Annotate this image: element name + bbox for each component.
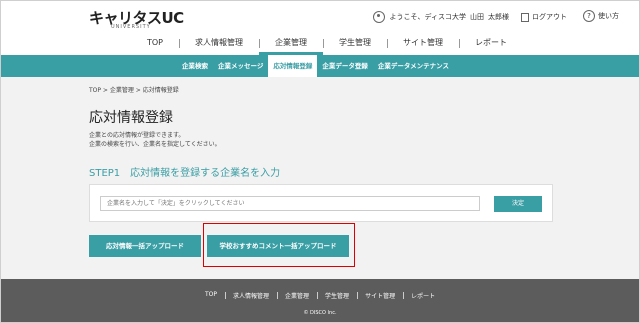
footer-link-report[interactable]: レポート <box>403 291 443 300</box>
nav-company-management[interactable]: 企業管理 <box>259 35 324 55</box>
help-icon: ? <box>583 10 595 22</box>
footer-link-company-management[interactable]: 企業管理 <box>277 291 317 300</box>
footer-link-job-management[interactable]: 求人情報管理 <box>225 291 277 300</box>
nav-top[interactable]: TOP <box>131 35 179 55</box>
highlight-box <box>203 223 355 267</box>
nav-site-management[interactable]: サイト管理 <box>387 35 459 55</box>
user-icon <box>373 11 386 23</box>
logout-label: ログアウト <box>532 13 567 21</box>
page-description: 企業との応対情報が登録できます。 企業の検索を行い、企業名を指定してください。 <box>89 131 221 149</box>
subnav-company-search[interactable]: 企業検索 <box>177 55 213 77</box>
description-line-1: 企業との応対情報が登録できます。 <box>89 132 185 139</box>
help-label: 使い方 <box>598 12 619 20</box>
footer: TOP 求人情報管理 企業管理 学生管理 サイト管理 レポート © DISCO … <box>1 279 639 322</box>
copyright: © DISCO Inc. <box>303 310 337 316</box>
user-area: ようこそ、ディスコ大学 山田 太郎様 ログアウト <box>373 11 571 23</box>
breadcrumb: TOP > 企業管理 > 応対情報登録 <box>89 87 179 94</box>
page-frame: キャリタスUC UNIVERSITY ようこそ、ディスコ大学 山田 太郎様 ログ… <box>0 0 640 323</box>
subnav-company-data-maintenance[interactable]: 企業データメンテナンス <box>373 55 454 77</box>
main-nav: TOP 求人情報管理 企業管理 学生管理 サイト管理 レポート <box>1 35 639 55</box>
logout-link[interactable]: ログアウト <box>521 12 571 22</box>
footer-link-site-management[interactable]: サイト管理 <box>357 291 403 300</box>
site-logo-subtitle: UNIVERSITY <box>111 24 151 30</box>
user-last-name: 山田 <box>470 13 484 21</box>
logout-icon <box>521 12 529 22</box>
page-title: 応対情報登録 <box>89 110 173 126</box>
company-search-panel: 決定 <box>89 184 553 222</box>
bulk-upload-button[interactable]: 応対情報一括アップロード <box>89 235 201 257</box>
help-link[interactable]: ? 使い方 <box>583 10 619 22</box>
user-first-name: 太郎様 <box>488 13 509 21</box>
nav-student-management[interactable]: 学生管理 <box>323 35 387 55</box>
sub-nav: 企業検索 企業メッセージ 応対情報登録 企業データ登録 企業データメンテナンス <box>1 55 639 77</box>
subnav-company-data-registration[interactable]: 企業データ登録 <box>317 55 373 77</box>
nav-report[interactable]: レポート <box>459 35 523 55</box>
decide-button[interactable]: 決定 <box>494 196 542 212</box>
subnav-company-message[interactable]: 企業メッセージ <box>213 55 268 77</box>
subnav-response-registration[interactable]: 応対情報登録 <box>268 55 318 77</box>
footer-link-top[interactable]: TOP <box>197 291 225 300</box>
greeting-text: ようこそ、ディスコ大学 <box>389 13 466 21</box>
company-name-input[interactable] <box>100 196 480 211</box>
footer-link-student-management[interactable]: 学生管理 <box>317 291 357 300</box>
header: キャリタスUC UNIVERSITY ようこそ、ディスコ大学 山田 太郎様 ログ… <box>1 1 639 35</box>
nav-job-management[interactable]: 求人情報管理 <box>179 35 259 55</box>
step-title: STEP1 応対情報を登録する企業名を入力 <box>89 168 281 179</box>
description-line-2: 企業の検索を行い、企業名を指定してください。 <box>89 141 221 148</box>
